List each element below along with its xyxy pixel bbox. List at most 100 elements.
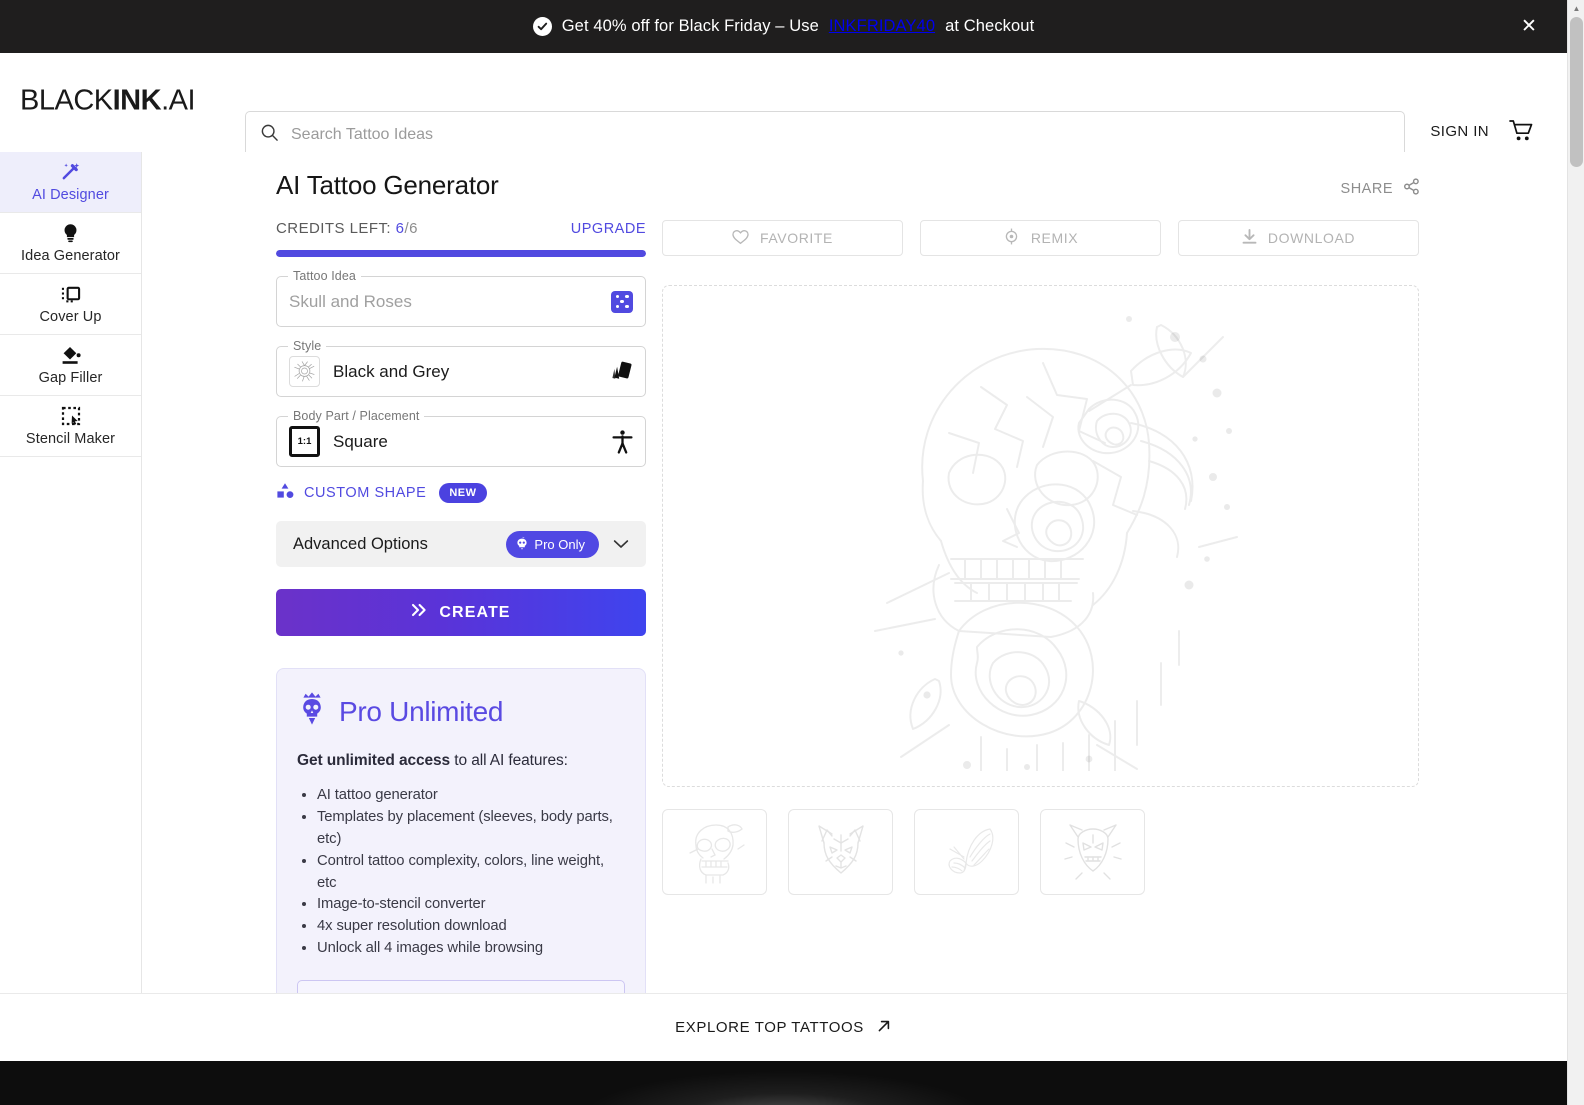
logo-part-3: .AI — [161, 84, 196, 116]
app-root: Get 40% off for Black Friday – Use INKFR… — [0, 0, 1584, 1105]
wolf-tattoo-thumbnail — [817, 825, 864, 874]
tool-sidebar: AI Designer Idea Generator Cover Up Gap … — [0, 152, 142, 993]
tattoo-idea-legend: Tattoo Idea — [288, 269, 361, 283]
download-label: DOWNLOAD — [1267, 230, 1356, 246]
explore-strip: EXPLORE TOP TATTOOS — [0, 993, 1567, 1061]
page-title: AI Tattoo Generator — [276, 170, 499, 200]
pro-card-subtitle-rest: to all AI features: — [450, 752, 568, 769]
thumbnail-wolf-tattoo[interactable] — [788, 809, 893, 895]
credits-total: 6 — [409, 220, 418, 237]
search-icon — [260, 123, 279, 147]
thumbnail-strip — [662, 809, 1419, 895]
list-item: Image-to-stencil converter — [317, 894, 625, 916]
sidebar-label-idea-generator: Idea Generator — [21, 247, 120, 264]
remix-label: REMIX — [1030, 230, 1079, 246]
favorite-label: FAVORITE — [760, 230, 833, 246]
scroll-up-arrow-icon[interactable]: ▲ — [1568, 0, 1584, 17]
custom-shape-label: CUSTOM SHAPE — [304, 485, 427, 501]
share-button[interactable]: SHARE — [1341, 178, 1420, 199]
close-icon[interactable]: ✕ — [1517, 15, 1541, 39]
magic-wand-icon — [60, 162, 81, 182]
advanced-options-label: Advanced Options — [293, 534, 428, 553]
page-scrollbar[interactable]: ▲ — [1567, 0, 1584, 1105]
sidebar-label-gap-filler: Gap Filler — [38, 369, 103, 386]
shapes-icon — [276, 482, 295, 504]
download-button[interactable]: DOWNLOAD — [1178, 220, 1419, 256]
promo-code-link[interactable]: INKFRIDAY40 — [829, 17, 935, 36]
credits-label-text: CREDITS LEFT: — [276, 220, 392, 237]
skull-tattoo-thumbnail — [688, 824, 745, 884]
double-chevron-right-icon — [411, 603, 428, 622]
promo-banner: Get 40% off for Black Friday – Use INKFR… — [0, 0, 1567, 53]
butterfly-tattoo-thumbnail — [948, 828, 993, 874]
sidebar-item-stencil-maker[interactable]: Stencil Maker — [0, 396, 141, 457]
footer-hero-image — [573, 1069, 994, 1105]
preview-panel: FAVORITE REMIX DOWNLOAD — [662, 220, 1419, 895]
pro-unlimited-card: Pro Unlimited Get unlimited access to al… — [276, 668, 646, 1042]
tattoo-idea-input[interactable]: Skull and Roses — [289, 292, 611, 312]
list-item: 4x super resolution download — [317, 916, 625, 938]
cover-up-square-icon — [60, 284, 81, 304]
remix-button[interactable]: REMIX — [920, 220, 1161, 256]
arrow-up-right-icon — [876, 1018, 892, 1038]
promo-banner-text-after: at Checkout — [945, 17, 1035, 35]
pro-only-label: Pro Only — [534, 536, 585, 552]
pro-card-title: Pro Unlimited — [339, 695, 504, 727]
create-button[interactable]: CREATE — [276, 589, 646, 636]
create-button-label: CREATE — [439, 603, 511, 621]
shopping-cart-icon[interactable] — [1509, 119, 1535, 148]
explore-top-tattoos-link[interactable]: EXPLORE TOP TATTOOS — [675, 1018, 892, 1038]
logo-part-2: INK — [112, 84, 162, 116]
dice-icon[interactable] — [611, 290, 633, 313]
custom-shape-button[interactable]: CUSTOM SHAPE NEW — [276, 482, 646, 504]
tattoo-preview-canvas[interactable] — [662, 285, 1419, 787]
list-item: Control tattoo complexity, colors, line … — [317, 851, 625, 895]
scrollbar-thumb[interactable] — [1570, 17, 1583, 167]
share-label: SHARE — [1340, 180, 1393, 197]
body-part-field[interactable]: Body Part / Placement 1:1 Square — [276, 409, 646, 467]
style-cards-icon[interactable] — [610, 360, 633, 383]
body-part-value: Square — [333, 431, 388, 451]
list-item: Templates by placement (sleeves, body pa… — [317, 807, 625, 851]
thumbnail-butterfly-tattoo[interactable] — [914, 809, 1019, 895]
site-header: BLACKINK.AI SIGN IN Get 40% off TRENDING… — [0, 53, 1567, 205]
sidebar-label-stencil-maker: Stencil Maker — [25, 430, 116, 447]
chevron-down-icon[interactable] — [613, 537, 629, 552]
sidebar-item-ai-designer[interactable]: AI Designer — [0, 152, 141, 213]
thumbnail-oni-mask-tattoo[interactable] — [1040, 809, 1145, 895]
upgrade-link[interactable]: UPGRADE — [571, 221, 646, 237]
favorite-button[interactable]: FAVORITE — [662, 220, 903, 256]
style-field[interactable]: Style Black and Grey — [276, 339, 646, 397]
list-item: AI tattoo generator — [317, 785, 625, 807]
content-area: AI Designer Idea Generator Cover Up Gap … — [0, 152, 1567, 1042]
site-logo[interactable]: BLACKINK.AI — [20, 84, 196, 117]
thumbnail-skull-tattoo[interactable] — [662, 809, 767, 895]
sign-in-button[interactable]: SIGN IN — [1430, 123, 1489, 140]
credits-status: CREDITS LEFT: 6/6 — [276, 220, 418, 237]
main-panel: AI Tattoo Generator SHARE CREDITS LEFT: … — [142, 152, 1567, 1042]
heart-icon — [732, 229, 749, 248]
style-preview-thumb — [289, 356, 320, 387]
body-part-legend: Body Part / Placement — [288, 409, 425, 423]
credits-row: CREDITS LEFT: 6/6 UPGRADE — [276, 220, 646, 237]
skull-and-roses-tattoo — [873, 316, 1238, 771]
credits-progress-bar — [276, 250, 646, 257]
style-value: Black and Grey — [333, 361, 450, 381]
sidebar-label-cover-up: Cover Up — [39, 308, 102, 325]
body-accessibility-icon[interactable] — [612, 429, 633, 454]
search-input[interactable] — [291, 125, 1390, 144]
oni-mask-tattoo-thumbnail — [1063, 824, 1122, 880]
sidebar-label-ai-designer: AI Designer — [32, 186, 109, 203]
paint-bucket-icon — [60, 345, 82, 365]
tattoo-idea-field[interactable]: Tattoo Idea Skull and Roses — [276, 269, 646, 327]
search-bar[interactable] — [245, 111, 1405, 158]
sidebar-item-gap-filler[interactable]: Gap Filler — [0, 335, 141, 396]
sidebar-item-cover-up[interactable]: Cover Up — [0, 274, 141, 335]
marquee-select-icon — [61, 406, 81, 426]
list-item: Unlock all 4 images while browsing — [317, 938, 625, 960]
sidebar-item-idea-generator[interactable]: Idea Generator — [0, 213, 141, 274]
preview-action-row: FAVORITE REMIX DOWNLOAD — [662, 220, 1419, 256]
lightbulb-icon — [61, 223, 80, 243]
promo-banner-text-before: Get 40% off for Black Friday – Use — [561, 17, 819, 35]
advanced-options-row[interactable]: Advanced Options Pro Only — [276, 521, 646, 567]
